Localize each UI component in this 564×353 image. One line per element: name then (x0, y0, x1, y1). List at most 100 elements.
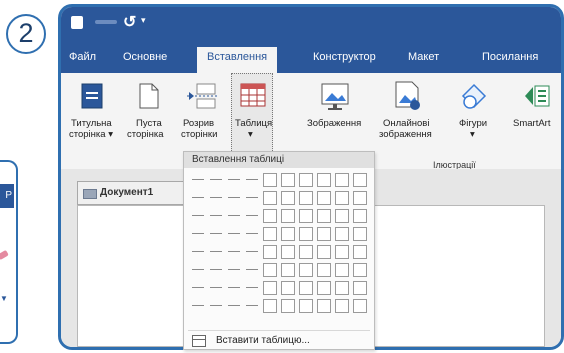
undo-icon[interactable] (95, 20, 117, 24)
table-grid-cell[interactable] (245, 245, 259, 259)
table-grid-cell[interactable] (263, 299, 277, 313)
table-grid-cell[interactable] (227, 299, 241, 313)
table-grid-cell[interactable] (209, 209, 223, 223)
table-grid-cell[interactable] (299, 191, 313, 205)
table-grid-cell[interactable] (191, 299, 205, 313)
table-grid-cell[interactable] (245, 281, 259, 295)
table-grid-cell[interactable] (317, 245, 331, 259)
shapes-button[interactable]: Фігури ▾ (453, 73, 493, 159)
table-grid-cell[interactable] (191, 209, 205, 223)
table-grid-cell[interactable] (263, 209, 277, 223)
table-grid-cell[interactable] (317, 191, 331, 205)
save-icon[interactable] (71, 16, 83, 29)
table-grid-cell[interactable] (353, 173, 367, 187)
table-grid-cell[interactable] (317, 263, 331, 277)
table-grid-cell[interactable] (191, 173, 205, 187)
table-grid-cell[interactable] (299, 245, 313, 259)
page-break-button[interactable]: Розрив сторінки (179, 73, 223, 159)
table-grid-cell[interactable] (191, 245, 205, 259)
table-grid-cell[interactable] (299, 299, 313, 313)
table-grid-cell[interactable] (317, 173, 331, 187)
tab-layout[interactable]: Макет (408, 51, 439, 63)
pictures-button[interactable]: Зображення (305, 73, 367, 159)
table-grid-cell[interactable] (263, 227, 277, 241)
table-grid-cell[interactable] (335, 173, 349, 187)
table-grid-cell[interactable] (353, 245, 367, 259)
table-grid-cell[interactable] (335, 281, 349, 295)
table-grid-cell[interactable] (245, 191, 259, 205)
table-grid-cell[interactable] (335, 263, 349, 277)
document-tab[interactable]: Документ1 (77, 181, 185, 205)
table-grid-cell[interactable] (317, 299, 331, 313)
insert-table-menu-item[interactable]: Вставити таблицю... (188, 333, 370, 349)
table-grid-cell[interactable] (209, 263, 223, 277)
table-grid-cell[interactable] (245, 173, 259, 187)
title-page-button[interactable]: Титульна сторінка ▾ (69, 73, 115, 159)
table-grid-cell[interactable] (263, 245, 277, 259)
table-grid-cell[interactable] (227, 227, 241, 241)
table-grid-cell[interactable] (227, 263, 241, 277)
table-grid-cell[interactable] (353, 227, 367, 241)
table-grid-cell[interactable] (191, 263, 205, 277)
table-grid-cell[interactable] (263, 281, 277, 295)
online-pictures-button[interactable]: Онлайнові зображення (379, 73, 439, 159)
table-grid-cell[interactable] (209, 245, 223, 259)
table-grid-cell[interactable] (281, 227, 295, 241)
table-grid-cell[interactable] (317, 281, 331, 295)
table-grid-cell[interactable] (335, 209, 349, 223)
table-grid-cell[interactable] (209, 281, 223, 295)
table-grid-cell[interactable] (281, 191, 295, 205)
table-grid-cell[interactable] (245, 299, 259, 313)
table-grid-cell[interactable] (281, 245, 295, 259)
table-grid-cell[interactable] (299, 209, 313, 223)
table-grid-cell[interactable] (227, 281, 241, 295)
table-grid-cell[interactable] (299, 173, 313, 187)
table-grid-cell[interactable] (335, 191, 349, 205)
table-grid-cell[interactable] (353, 209, 367, 223)
table-grid-cell[interactable] (317, 227, 331, 241)
customize-quick-access-icon[interactable]: ▾ (141, 15, 146, 26)
table-grid-cell[interactable] (281, 281, 295, 295)
table-grid-cell[interactable] (209, 227, 223, 241)
table-grid-cell[interactable] (209, 299, 223, 313)
table-grid-cell[interactable] (263, 191, 277, 205)
tab-insert[interactable]: Вставлення (197, 47, 278, 73)
redo-icon[interactable]: ↺ (123, 12, 136, 32)
table-button[interactable]: Таблиця ▾ (231, 73, 273, 153)
table-grid-cell[interactable] (281, 299, 295, 313)
table-grid-cell[interactable] (245, 209, 259, 223)
table-grid-cell[interactable] (227, 173, 241, 187)
table-grid-cell[interactable] (353, 299, 367, 313)
table-grid-cell[interactable] (353, 263, 367, 277)
table-grid-cell[interactable] (209, 191, 223, 205)
table-grid-cell[interactable] (245, 263, 259, 277)
table-grid-cell[interactable] (281, 209, 295, 223)
tab-file[interactable]: Файл (69, 51, 96, 63)
table-grid-cell[interactable] (263, 173, 277, 187)
tab-references[interactable]: Посилання (482, 51, 538, 63)
table-grid-cell[interactable] (353, 281, 367, 295)
table-grid-cell[interactable] (317, 209, 331, 223)
tab-home[interactable]: Основне (123, 51, 167, 63)
table-grid-cell[interactable] (281, 173, 295, 187)
table-grid-cell[interactable] (299, 263, 313, 277)
table-grid-cell[interactable] (209, 173, 223, 187)
tab-design[interactable]: Конструктор (313, 51, 376, 63)
table-grid-cell[interactable] (281, 263, 295, 277)
table-grid-cell[interactable] (299, 227, 313, 241)
smartart-button[interactable]: SmartArt (507, 73, 561, 159)
blank-page-button[interactable]: Пуста сторінка (127, 73, 169, 159)
table-grid-cell[interactable] (335, 299, 349, 313)
table-grid-cell[interactable] (191, 191, 205, 205)
table-grid-cell[interactable] (245, 227, 259, 241)
table-grid-cell[interactable] (227, 209, 241, 223)
table-grid-cell[interactable] (335, 245, 349, 259)
table-grid-cell[interactable] (191, 281, 205, 295)
table-grid-cell[interactable] (227, 191, 241, 205)
table-grid-cell[interactable] (353, 191, 367, 205)
table-grid-cell[interactable] (335, 227, 349, 241)
table-grid-cell[interactable] (299, 281, 313, 295)
table-grid-cell[interactable] (191, 227, 205, 241)
table-grid-cell[interactable] (263, 263, 277, 277)
table-grid-cell[interactable] (227, 245, 241, 259)
